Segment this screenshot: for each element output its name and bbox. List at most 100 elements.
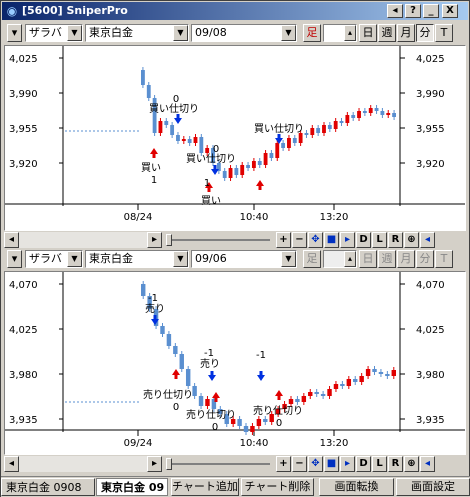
- period-month-2[interactable]: 月: [397, 250, 415, 268]
- trade-annotation: 1: [204, 178, 210, 189]
- line-button-1[interactable]: L: [372, 232, 387, 248]
- buy-arrow-icon: [150, 148, 158, 158]
- stop-icon[interactable]: ■: [324, 456, 339, 472]
- back-icon[interactable]: ◂: [420, 456, 435, 472]
- foot-button-2[interactable]: 足: [303, 250, 321, 268]
- price-chart-1[interactable]: 4,025 4,025 3,990 3,990 3,955 3,955 3,920 3,920…: [4, 45, 466, 231]
- minimize-button[interactable]: _: [423, 4, 439, 18]
- period-minute-1[interactable]: 分: [416, 24, 434, 42]
- x-tick-label: 13:20: [320, 438, 349, 449]
- candle: [141, 284, 146, 296]
- interval-stepper-2[interactable]: ▴: [323, 250, 357, 268]
- y-tick-label: 4,025: [9, 54, 38, 65]
- candlestick-chart-2[interactable]: 4,070 4,070 4,025 4,025 3,980 3,980 3,935 3,935…: [5, 272, 465, 454]
- scroll-right-button-1[interactable]: ▸: [147, 232, 162, 248]
- tab-chart-0908[interactable]: 東京白金 0908: [1, 478, 95, 496]
- candle: [386, 113, 391, 115]
- candle: [320, 394, 326, 396]
- candle: [181, 139, 186, 141]
- trade-annotation: 売り仕切り: [186, 408, 236, 421]
- screen-settings-button[interactable]: 画面設定: [396, 478, 470, 496]
- period-day-2[interactable]: 日: [359, 250, 377, 268]
- sell-arrow-icon: [174, 114, 182, 124]
- zoom-in-button-1[interactable]: +: [276, 232, 291, 248]
- y-tick-label: 3,980: [9, 370, 38, 381]
- stepper-icon: ▴: [344, 251, 356, 267]
- market-select-value: ザラバ: [29, 26, 62, 39]
- period-week-2[interactable]: 週: [378, 250, 396, 268]
- y-tick-label: 3,935: [416, 415, 445, 426]
- scroll-track-2[interactable]: [19, 456, 147, 472]
- candle: [170, 125, 175, 135]
- restore-left-button[interactable]: ◂: [387, 4, 403, 18]
- market-select-2[interactable]: ザラバ ▼: [25, 250, 83, 268]
- candle: [292, 138, 297, 143]
- contract-select-2[interactable]: 09/06 ▼: [191, 250, 297, 268]
- y-tick-label: 3,990: [416, 89, 445, 100]
- draw-button-2[interactable]: D: [356, 456, 371, 472]
- tab-chart-09[interactable]: 東京白金 09: [96, 478, 168, 496]
- market-select-1[interactable]: ザラバ ▼: [25, 24, 83, 42]
- candle: [359, 376, 364, 382]
- y-tick-label: 4,025: [416, 325, 445, 336]
- instrument-select-1[interactable]: 東京白金 ▼: [85, 24, 189, 42]
- zoom-slider-2[interactable]: [164, 456, 274, 472]
- zoom-thumb[interactable]: [166, 458, 172, 470]
- foot-button-1[interactable]: 足: [303, 24, 321, 42]
- buy-arrow-icon: [256, 180, 264, 190]
- magnify-icon[interactable]: ⊕: [404, 456, 419, 472]
- interval-stepper-1[interactable]: ▴: [323, 24, 357, 42]
- chart-scrollbar-2[interactable]: ◂ ▸ + − ✥ ■ ▸ D L R ⊕ ◂: [4, 456, 466, 472]
- scroll-right-button-2[interactable]: ▸: [147, 456, 162, 472]
- pane-menu-button-1[interactable]: ▾: [7, 24, 22, 42]
- instrument-select-2[interactable]: 東京白金 ▼: [85, 250, 189, 268]
- pane-menu-button-2[interactable]: ▾: [7, 250, 22, 268]
- period-week-1[interactable]: 週: [378, 24, 396, 42]
- help-button[interactable]: ?: [405, 4, 421, 18]
- candle: [333, 384, 339, 389]
- zoom-track: [168, 463, 270, 465]
- play-icon[interactable]: ▸: [340, 232, 355, 248]
- zoom-out-button-2[interactable]: −: [292, 456, 307, 472]
- reset-button-2[interactable]: R: [388, 456, 403, 472]
- zoom-out-button-1[interactable]: −: [292, 232, 307, 248]
- move-icon[interactable]: ✥: [308, 232, 323, 248]
- y-tick-label: 3,920: [9, 159, 38, 170]
- period-minute-2[interactable]: 分: [416, 250, 434, 268]
- candle: [234, 168, 239, 175]
- magnify-icon[interactable]: ⊕: [404, 232, 419, 248]
- period-tick-1[interactable]: T: [435, 24, 453, 42]
- reset-button-1[interactable]: R: [388, 232, 403, 248]
- stop-icon[interactable]: ■: [324, 232, 339, 248]
- contract-select-value: 09/06: [195, 252, 227, 265]
- add-chart-button[interactable]: チャート追加: [171, 478, 239, 496]
- delete-chart-button[interactable]: チャート削除: [241, 478, 314, 496]
- zoom-slider-1[interactable]: [164, 232, 274, 248]
- contract-select-1[interactable]: 09/08 ▼: [191, 24, 297, 42]
- candlestick-chart-1[interactable]: 4,025 4,025 3,990 3,990 3,955 3,955 3,920 3,920…: [5, 46, 465, 230]
- move-icon[interactable]: ✥: [308, 456, 323, 472]
- period-day-1[interactable]: 日: [359, 24, 377, 42]
- candle: [164, 121, 169, 125]
- scroll-track-1[interactable]: [19, 232, 147, 248]
- candle: [228, 168, 233, 178]
- period-tick-2[interactable]: T: [435, 250, 453, 268]
- y-tick-label: 4,025: [9, 325, 38, 336]
- zoom-in-button-2[interactable]: +: [276, 456, 291, 472]
- play-icon[interactable]: ▸: [340, 456, 355, 472]
- scroll-left-button-2[interactable]: ◂: [4, 456, 19, 472]
- candle: [240, 165, 245, 175]
- period-month-1[interactable]: 月: [397, 24, 415, 42]
- candle: [263, 153, 268, 165]
- zoom-thumb[interactable]: [166, 234, 172, 246]
- line-button-2[interactable]: L: [372, 456, 387, 472]
- draw-button-1[interactable]: D: [356, 232, 371, 248]
- scroll-left-button-1[interactable]: ◂: [4, 232, 19, 248]
- title-bar[interactable]: ◉ [5600] SniperPro ◂ ? _ X: [2, 2, 468, 20]
- chart-scrollbar-1[interactable]: ◂ ▸ + − ✥ ■ ▸ D L R ⊕ ◂: [4, 232, 466, 248]
- close-button[interactable]: X: [442, 4, 458, 18]
- switch-screen-button[interactable]: 画面転換: [319, 478, 394, 496]
- price-chart-2[interactable]: 4,070 4,070 4,025 4,025 3,980 3,980 3,935 3,935…: [4, 271, 466, 455]
- candle: [340, 384, 345, 386]
- back-icon[interactable]: ◂: [420, 232, 435, 248]
